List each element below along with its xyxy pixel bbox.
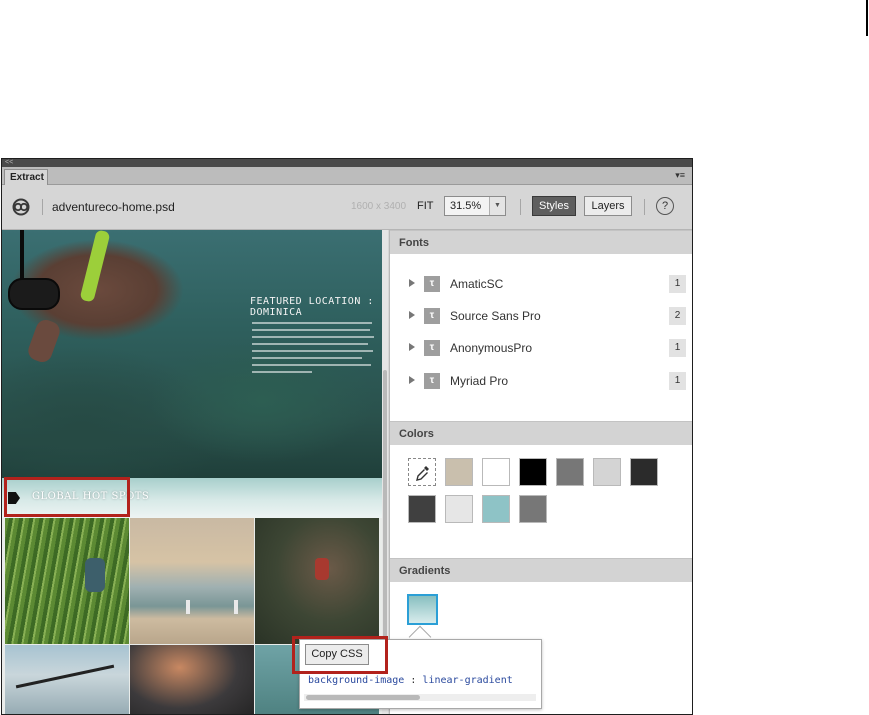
hero-image[interactable]: FEATURED LOCATION : DOMINICA	[2, 230, 382, 478]
creative-cloud-icon[interactable]	[11, 198, 31, 216]
gradients-header[interactable]: Gradients	[390, 558, 692, 582]
scrollbar-thumb[interactable]	[383, 370, 387, 670]
snorkel	[79, 230, 111, 303]
expand-arrow-icon[interactable]	[409, 279, 415, 287]
file-name: adventureco-home.psd	[52, 200, 175, 214]
thumbnail-image[interactable]	[255, 518, 379, 644]
extract-panel: << Extract ▾≡ adventureco-home.psd 1600 …	[1, 158, 693, 715]
edge-marker	[866, 0, 868, 36]
thumbnail-image[interactable]	[5, 518, 129, 644]
color-swatch[interactable]	[445, 458, 473, 486]
font-count: 2	[669, 307, 686, 325]
color-swatch[interactable]	[630, 458, 658, 486]
expand-arrow-icon[interactable]	[409, 376, 415, 384]
font-count: 1	[669, 339, 686, 357]
toolbar-separator	[520, 199, 521, 215]
zoom-value: 31.5%	[450, 200, 482, 212]
font-item[interactable]: τ Myriad Pro 1	[390, 370, 692, 394]
expand-arrow-icon[interactable]	[409, 343, 415, 351]
highlight-box	[4, 477, 130, 517]
font-name: Myriad Pro	[450, 374, 509, 388]
highlight-box	[292, 636, 388, 674]
help-icon[interactable]: ?	[656, 197, 674, 215]
color-swatch[interactable]	[519, 458, 547, 486]
font-count: 1	[669, 372, 686, 390]
font-item[interactable]: τ AmaticSC 1	[390, 273, 692, 297]
typekit-icon: τ	[424, 340, 440, 356]
person-figure	[315, 558, 329, 580]
diving-mask	[8, 278, 60, 310]
eyedropper-icon[interactable]	[408, 458, 436, 486]
expand-arrow-icon[interactable]	[409, 311, 415, 319]
color-swatch[interactable]	[408, 495, 436, 523]
tab-extract[interactable]: Extract	[4, 169, 48, 186]
css-code[interactable]: background-image : linear-gradient	[308, 675, 513, 686]
document-dimensions: 1600 x 3400	[351, 201, 407, 212]
font-item[interactable]: τ Source Sans Pro 2	[390, 305, 692, 329]
thumbnail-image[interactable]	[130, 518, 254, 644]
person-figure	[234, 600, 238, 614]
toolbar-separator	[644, 199, 645, 215]
toolbar-separator	[42, 199, 43, 215]
font-name: Source Sans Pro	[450, 309, 541, 323]
diver-arm	[25, 317, 63, 365]
fit-button[interactable]: FIT	[417, 200, 434, 212]
collapse-icon[interactable]: <<	[5, 159, 13, 166]
font-name: AmaticSC	[450, 277, 504, 291]
layers-button[interactable]: Layers	[584, 196, 632, 216]
css-separator: :	[410, 675, 417, 686]
colors-header[interactable]: Colors	[390, 421, 692, 445]
tab-strip: Extract ▾≡	[2, 167, 692, 186]
code-scrollbar[interactable]	[304, 694, 536, 701]
panel-menu-icon[interactable]: ▾≡	[675, 170, 685, 181]
css-value: linear-gradient	[422, 675, 513, 686]
color-swatch[interactable]	[593, 458, 621, 486]
paddle	[15, 664, 115, 689]
featured-paragraph[interactable]	[252, 322, 376, 378]
gradient-swatch[interactable]	[407, 594, 438, 625]
typekit-icon: τ	[424, 276, 440, 292]
thumbnail-image[interactable]	[130, 645, 254, 714]
chevron-down-icon[interactable]: ▼	[489, 197, 505, 215]
color-swatch[interactable]	[519, 495, 547, 523]
font-name: AnonymousPro	[450, 341, 533, 355]
toolbar: adventureco-home.psd 1600 x 3400 FIT 31.…	[2, 185, 692, 230]
zoom-select[interactable]: 31.5% ▼	[444, 196, 506, 216]
featured-heading[interactable]: FEATURED LOCATION : DOMINICA	[250, 296, 382, 318]
css-property: background-image	[308, 675, 405, 686]
font-count: 1	[669, 275, 686, 293]
styles-button[interactable]: Styles	[532, 196, 576, 216]
color-swatch[interactable]	[482, 458, 510, 486]
color-swatch[interactable]	[482, 495, 510, 523]
fonts-header[interactable]: Fonts	[390, 230, 692, 254]
person-figure	[186, 600, 190, 614]
typekit-icon: τ	[424, 308, 440, 324]
thumbnail-image[interactable]	[5, 645, 129, 714]
font-item[interactable]: τ AnonymousPro 1	[390, 337, 692, 361]
scrollbar-thumb[interactable]	[306, 695, 420, 700]
person-figure	[85, 558, 105, 592]
panel-title-bar[interactable]: <<	[2, 159, 692, 167]
typekit-icon: τ	[424, 373, 440, 389]
color-swatch[interactable]	[445, 495, 473, 523]
color-swatch[interactable]	[556, 458, 584, 486]
